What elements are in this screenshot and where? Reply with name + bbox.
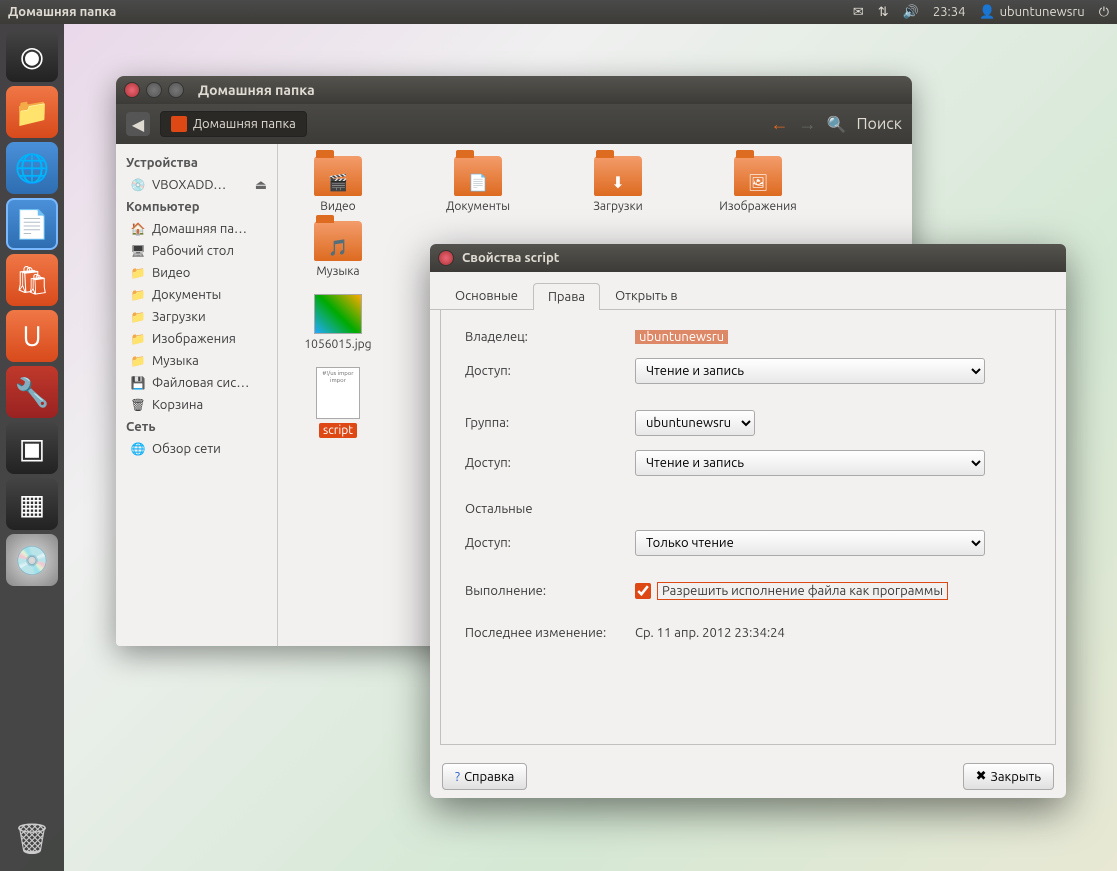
sidebar-item-pictures[interactable]: 📁Изображения [120,328,273,350]
sidebar-section-devices: Устройства [120,152,273,174]
group-label: Группа: [465,416,635,430]
folder-pictures[interactable]: 🖼Изображения [708,156,808,213]
network-icon[interactable]: ⇅ [878,5,889,20]
modified-value: Ср. 11 апр. 2012 23:34:24 [635,626,785,640]
sidebar-item-vbox[interactable]: 💿VBOXADD…⏏ [120,174,273,196]
desktop-icon: 🖥 [130,243,146,259]
tab-basic[interactable]: Основные [440,282,533,309]
folder-icon: 📁 [130,309,146,325]
top-panel: Домашняя папка ✉ ⇅ 🔊 23:34 👤 ubuntunewsr… [0,0,1117,24]
help-button[interactable]: ?Справка [442,763,527,790]
sidebar-item-music[interactable]: 📁Музыка [120,350,273,372]
disc-icon[interactable]: 💿 [6,534,58,586]
maximize-button[interactable] [168,82,184,98]
sidebar-item-desktop[interactable]: 🖥Рабочий стол [120,240,273,262]
software-center-icon[interactable]: 🛍 [6,254,58,306]
sidebar-section-network: Сеть [120,416,273,438]
writer-icon[interactable]: 📄 [6,198,58,250]
folder-icon: 📁 [130,265,146,281]
user-menu[interactable]: 👤 ubuntunewsru [979,5,1084,20]
folder-music[interactable]: 🎵Музыка [288,221,388,278]
home-icon: 🏠 [130,221,146,237]
owner-label: Владелец: [465,330,635,344]
workspace-icon[interactable]: ▦ [6,478,58,530]
settings-icon[interactable]: 🔧 [6,366,58,418]
close-button[interactable] [124,82,140,98]
others-access-label: Доступ: [465,536,635,550]
folder-icon: 📁 [130,353,146,369]
trash-icon[interactable]: 🗑 [6,813,58,865]
drive-icon: 💾 [130,375,146,391]
files-icon[interactable]: 📁 [6,86,58,138]
home-icon [171,116,187,132]
dialog-footer: ?Справка ✖Закрыть [430,755,1066,798]
window-title: Домашняя папка [198,82,315,98]
power-icon[interactable]: ⏻ [1099,5,1109,20]
back-button[interactable]: ← [771,114,789,135]
sound-icon[interactable]: 🔊 [903,5,919,20]
sidebar-item-video[interactable]: 📁Видео [120,262,273,284]
group-access-select[interactable]: Чтение и запись [635,450,985,476]
sidebar-item-filesystem[interactable]: 💾Файловая сис… [120,372,273,394]
mail-icon[interactable]: ✉ [853,5,864,20]
tab-permissions[interactable]: Права [533,283,600,310]
folder-icon: 📁 [130,287,146,303]
nautilus-titlebar[interactable]: Домашняя папка [116,76,912,104]
disc-icon: 💿 [130,177,146,193]
tab-openwith[interactable]: Открыть в [600,282,693,309]
folder-icon: 📁 [130,331,146,347]
execute-label: Выполнение: [465,584,635,598]
panel-title: Домашняя папка [8,5,853,19]
others-access-select[interactable]: Только чтение [635,530,985,556]
dialog-tabs: Основные Права Открыть в [430,272,1066,310]
network-icon: 🌐 [130,441,146,457]
indicators: ✉ ⇅ 🔊 23:34 👤 ubuntunewsru ⏻ [853,5,1109,20]
modified-label: Последнее изменение: [465,626,635,640]
sidebar-item-downloads[interactable]: 📁Загрузки [120,306,273,328]
unity-launcher: ◉ 📁 🌐 📄 🛍 U 🔧 ▣ ▦ 💿 🗑 [0,24,64,871]
properties-dialog: Свойства script Основные Права Открыть в… [430,244,1066,798]
folder-video[interactable]: 🎬Видео [288,156,388,213]
file-image[interactable]: 1056015.jpg [288,294,388,351]
owner-value: ubuntunewsru [635,330,728,344]
owner-access-label: Доступ: [465,364,635,378]
sidebar-item-browse[interactable]: 🌐Обзор сети [120,438,273,460]
dialog-title: Свойства script [462,251,559,265]
search-label[interactable]: Поиск [856,115,902,133]
others-label: Остальные [465,502,635,516]
owner-access-select[interactable]: Чтение и запись [635,358,985,384]
dialog-close-button[interactable] [438,250,454,266]
sidebar-item-home[interactable]: 🏠Домашняя па… [120,218,273,240]
forward-button[interactable]: → [799,114,817,135]
terminal-icon[interactable]: ▣ [6,422,58,474]
sidebar-item-documents[interactable]: 📁Документы [120,284,273,306]
close-button[interactable]: ✖Закрыть [963,763,1054,790]
execute-checkbox[interactable] [635,583,651,599]
path-toggle-button[interactable]: ◀ [126,112,150,136]
file-script[interactable]: #!/us impor imporscript [288,367,388,438]
sidebar-section-computer: Компьютер [120,196,273,218]
sidebar-item-trash[interactable]: 🗑Корзина [120,394,273,416]
trash-icon: 🗑 [130,397,146,413]
search-icon[interactable]: 🔍 [827,115,847,134]
folder-documents[interactable]: 📄Документы [428,156,528,213]
dialog-titlebar[interactable]: Свойства script [430,244,1066,272]
execute-text[interactable]: Разрешить исполнение файла как программы [657,582,948,600]
ubuntu-one-icon[interactable]: U [6,310,58,362]
eject-icon[interactable]: ⏏ [255,178,267,193]
dialog-content: Владелец:ubuntunewsru Доступ:Чтение и за… [440,310,1056,745]
group-select[interactable]: ubuntunewsru [635,410,755,436]
nautilus-toolbar: ◀ Домашняя папка ← → 🔍 Поиск [116,104,912,144]
group-access-label: Доступ: [465,456,635,470]
minimize-button[interactable] [146,82,162,98]
firefox-icon[interactable]: 🌐 [6,142,58,194]
folder-downloads[interactable]: ⬇Загрузки [568,156,668,213]
breadcrumb[interactable]: Домашняя папка [160,111,307,137]
clock[interactable]: 23:34 [933,5,966,19]
sidebar: Устройства 💿VBOXADD…⏏ Компьютер 🏠Домашня… [116,144,278,646]
dash-icon[interactable]: ◉ [6,30,58,82]
